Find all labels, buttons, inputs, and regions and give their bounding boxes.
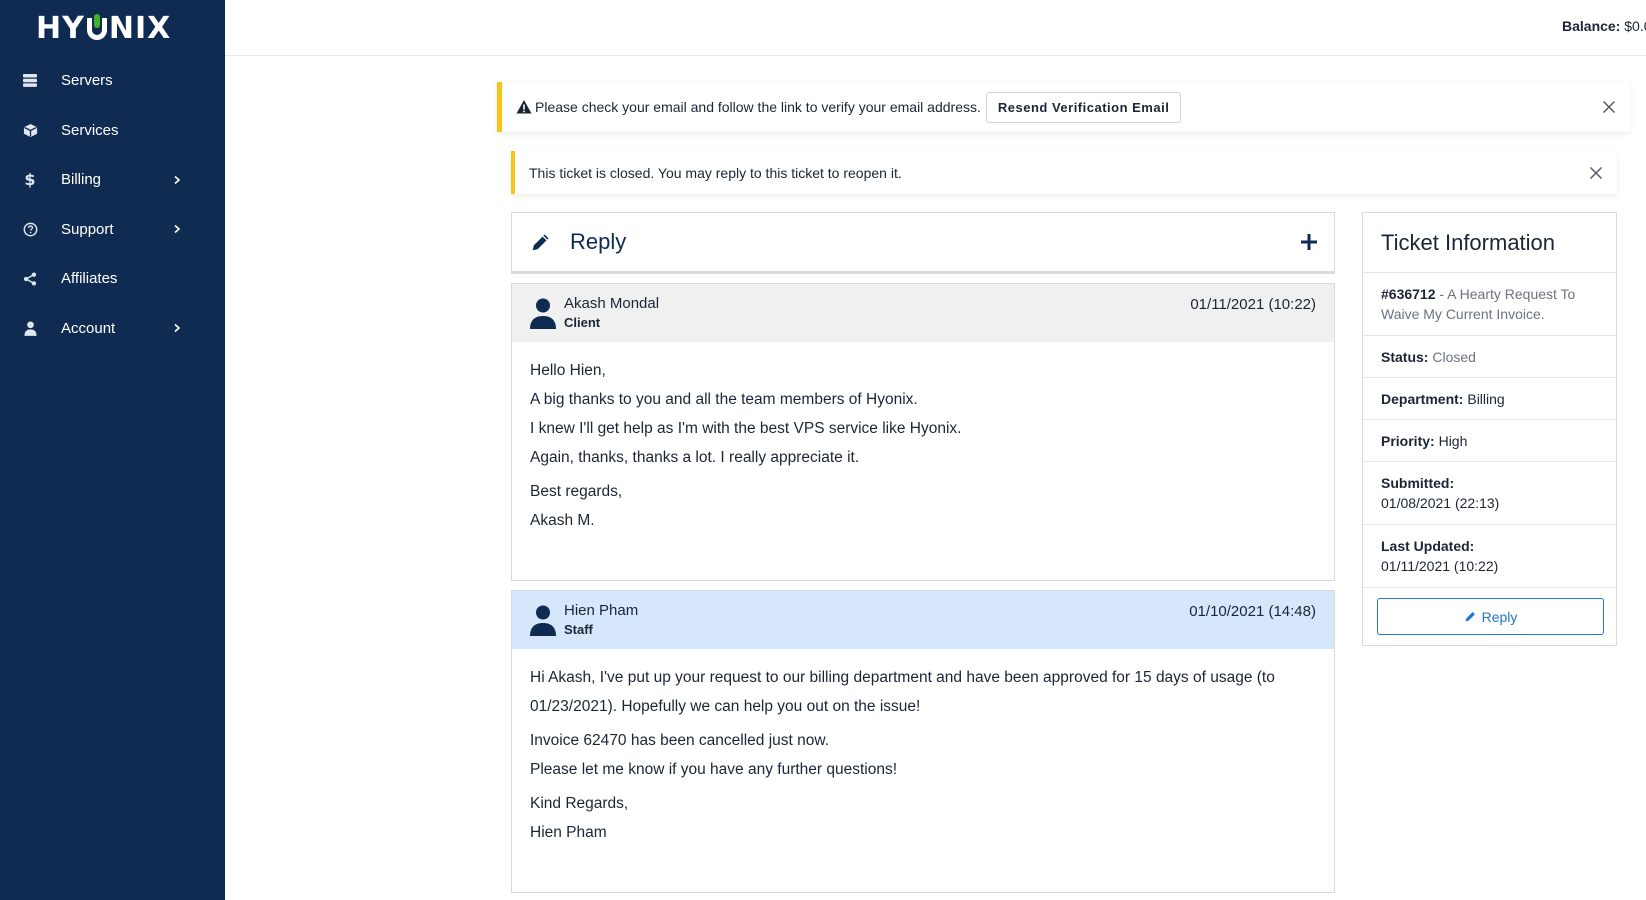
close-icon[interactable] [1589,166,1603,180]
pencil-icon [1465,612,1475,622]
sidebar-item-account[interactable]: Account [0,304,225,354]
ticket-message: Hien Pham Staff 01/10/2021 (14:48) Hi Ak… [511,590,1335,893]
balance-label: Balance: [1562,18,1621,34]
ticket-info-title: Ticket Information [1363,213,1616,273]
status-value: Closed [1432,348,1476,365]
submitted-value: 01/08/2021 (22:13) [1381,495,1500,511]
ticket-closed-alert: This ticket is closed. You may reply to … [511,151,1617,194]
cube-icon [22,122,38,138]
message-role: Staff [564,622,593,637]
ticket-submitted: Submitted: 01/08/2021 (22:13) [1363,462,1616,525]
message-body: Hi Akash, I've put up your request to ou… [512,649,1334,847]
message-line: Please let me know if you have any furth… [530,761,898,778]
sidebar-item-support[interactable]: Support [0,205,225,255]
message-line: Kind Regards, [530,795,629,812]
sidebar-item-services[interactable]: Services [0,106,225,156]
ticket-message: Akash Mondal Client 01/11/2021 (10:22) H… [511,283,1335,581]
sidebar-nav: Servers Services $ Billing Support Affil… [0,56,225,353]
message-line: A big thanks to you and all the team mem… [530,391,918,408]
sidebar-item-billing[interactable]: $ Billing [0,155,225,205]
sidebar-item-affiliates[interactable]: Affiliates [0,254,225,304]
sidebar-item-label: Support [61,220,114,238]
warning-icon [516,100,532,114]
alert-message: This ticket is closed. You may reply to … [529,164,902,181]
sidebar-item-label: Billing [61,171,102,189]
message-line: Akash M. [530,512,595,529]
submitted-label: Submitted: [1381,475,1455,491]
ticket-id: #636712 [1381,286,1436,302]
resend-verification-button[interactable]: Resend Verification Email [985,91,1182,123]
department-value: Billing [1467,390,1505,407]
chevron-right-icon [174,225,181,234]
share-icon [22,271,38,287]
user-avatar-icon [530,298,556,329]
reply-button[interactable]: Reply [1377,598,1604,635]
last-updated-label: Last Updated: [1381,538,1475,554]
pencil-icon [532,234,549,251]
alert-message: Please check your email and follow the l… [535,99,981,115]
reply-panel-title: Reply [570,229,627,254]
message-line: Best regards, [530,483,623,500]
ticket-priority: Priority: High [1363,420,1616,462]
last-updated-value: 01/11/2021 (10:22) [1381,558,1499,574]
chevron-right-icon [174,324,181,333]
department-label: Department: [1381,390,1464,407]
message-line: Invoice 62470 has been cancelled just no… [530,732,830,749]
servers-icon [22,73,38,89]
message-line: Hien Pham [530,824,607,841]
priority-value: High [1438,432,1468,449]
top-bar: Balance: $0.00 [225,0,1646,56]
message-line: Hi Akash, I've put up your request to ou… [530,669,1275,686]
sidebar-item-label: Account [61,319,116,337]
message-header: Hien Pham Staff 01/10/2021 (14:48) [512,591,1334,649]
expand-plus-icon[interactable] [1300,233,1318,251]
ticket-last-updated: Last Updated: 01/11/2021 (10:22) [1363,525,1616,588]
account-balance[interactable]: Balance: $0.00 [1562,18,1646,34]
status-label: Status: [1381,348,1429,365]
ticket-subject: #636712 - A Hearty Request To Waive My C… [1363,273,1616,336]
hyonix-logo[interactable]: HY NIX [36,8,171,48]
help-circle-icon [22,221,38,237]
sidebar-item-servers[interactable]: Servers [0,56,225,106]
message-line: Hello Hien, [530,362,606,379]
balance-value: $0.00 [1624,18,1646,34]
message-line: Again, thanks, thanks a lot. I really ap… [530,449,860,466]
close-icon[interactable] [1602,100,1616,114]
message-line: I knew I'll get help as I'm with the bes… [530,420,962,437]
logo-text-right: NIX [108,10,172,46]
ticket-information-card: Ticket Information #636712 - A Hearty Re… [1362,212,1617,646]
power-icon [86,14,108,42]
message-line: 01/23/2021). Hopefully we can help you o… [530,698,921,715]
user-avatar-icon [530,605,556,636]
message-date: 01/10/2021 (14:48) [1189,603,1316,620]
ticket-status: Status: Closed [1363,336,1616,378]
logo-text-left: HY [36,10,85,46]
message-role: Client [564,315,601,330]
user-icon [22,320,38,336]
message-body: Hello Hien, A big thanks to you and all … [512,342,1334,535]
chevron-right-icon [174,175,181,184]
message-header: Akash Mondal Client 01/11/2021 (10:22) [512,284,1334,342]
message-date: 01/11/2021 (10:22) [1190,296,1316,313]
reply-button-label: Reply [1481,608,1518,625]
reply-panel-header[interactable]: Reply [511,212,1335,274]
priority-label: Priority: [1381,432,1435,449]
email-verification-alert: Please check your email and follow the l… [497,82,1630,132]
sidebar-item-label: Affiliates [61,270,118,288]
ticket-department: Department: Billing [1363,378,1616,420]
sidebar-item-label: Servers [61,72,113,90]
dollar-icon: $ [24,170,36,190]
sidebar-item-label: Services [61,121,119,139]
sidebar: HY NIX Servers Services $ Billing Suppor… [0,0,225,900]
